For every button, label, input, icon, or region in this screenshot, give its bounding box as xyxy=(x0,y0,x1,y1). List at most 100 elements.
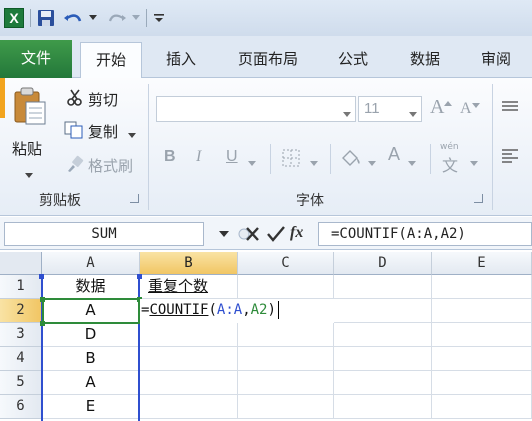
cell-b4[interactable] xyxy=(140,347,238,371)
tab-page-layout[interactable]: 页面布局 xyxy=(224,42,312,78)
select-all-button[interactable] xyxy=(0,252,42,275)
font-size-combobox[interactable]: 11 xyxy=(358,96,422,122)
grow-font-icon xyxy=(444,96,452,111)
cell-d4[interactable] xyxy=(334,347,432,371)
tab-formulas[interactable]: 公式 xyxy=(322,42,384,78)
clipboard-group-label: 剪贴板 xyxy=(39,193,81,209)
font-name-dropdown-icon[interactable] xyxy=(343,107,351,122)
font-color-button[interactable]: A xyxy=(386,144,422,170)
phonetic-dropdown-icon[interactable] xyxy=(470,156,478,171)
cell-d6[interactable] xyxy=(334,395,432,419)
row-header-4[interactable]: 4 xyxy=(0,347,42,371)
tab-insert[interactable]: 插入 xyxy=(150,42,212,78)
fill-color-dropdown-icon[interactable] xyxy=(368,156,376,171)
cell-c3[interactable] xyxy=(238,323,334,347)
cell-e2[interactable] xyxy=(432,299,532,323)
italic-button[interactable]: I xyxy=(190,146,212,170)
column-header-b[interactable]: B xyxy=(140,252,238,275)
paste-icon xyxy=(12,86,48,130)
cell-b5[interactable] xyxy=(140,371,238,395)
align-left-icon[interactable] xyxy=(500,148,520,168)
bold-button[interactable]: B xyxy=(160,146,182,170)
confirm-entry-icon[interactable] xyxy=(266,223,286,245)
row-header-2[interactable]: 2 xyxy=(0,299,42,323)
cell-c6[interactable] xyxy=(238,395,334,419)
column-header-c[interactable]: C xyxy=(238,252,334,275)
cell-d5[interactable] xyxy=(334,371,432,395)
cell-c5[interactable] xyxy=(238,371,334,395)
font-color-dropdown-icon[interactable] xyxy=(408,156,416,171)
row-header-6[interactable]: 6 xyxy=(0,395,42,419)
cell-e3[interactable] xyxy=(432,323,532,347)
cell-d3[interactable] xyxy=(334,323,432,347)
cell-c1[interactable] xyxy=(238,275,334,299)
shrink-font-button[interactable]: A xyxy=(458,98,482,122)
save-icon[interactable] xyxy=(36,8,56,28)
column-header-d[interactable]: D xyxy=(334,252,432,275)
column-header-a[interactable]: A xyxy=(42,252,140,275)
cell-d2[interactable] xyxy=(334,299,432,323)
insert-function-button[interactable]: fx xyxy=(290,221,314,245)
cell-e5[interactable] xyxy=(432,371,532,395)
align-top-icon[interactable] xyxy=(500,100,520,118)
row-header-3[interactable]: 3 xyxy=(0,323,42,347)
cell-editor[interactable]: =COUNTIF(A:A,A2) xyxy=(140,299,334,323)
borders-icon xyxy=(282,149,300,171)
clipboard-launcher-icon[interactable] xyxy=(130,194,139,203)
italic-glyph: I xyxy=(196,148,202,165)
text-cursor xyxy=(277,301,279,319)
cancel-entry-icon[interactable] xyxy=(244,223,262,245)
borders-dropdown-icon[interactable] xyxy=(310,156,318,171)
paste-button[interactable]: 粘贴 xyxy=(8,84,52,182)
brush-icon xyxy=(66,155,84,177)
borders-button[interactable] xyxy=(280,146,322,170)
group-divider xyxy=(270,144,271,174)
column-header-e[interactable]: E xyxy=(432,252,532,275)
row-header-5[interactable]: 5 xyxy=(0,371,42,395)
copy-icon xyxy=(64,121,84,143)
group-divider xyxy=(430,144,431,174)
range-handle-tl[interactable] xyxy=(39,274,44,279)
underline-dropdown-icon[interactable] xyxy=(248,156,256,171)
cell-handle-tl[interactable] xyxy=(40,297,45,302)
formula-bar: SUM fx =COUNTIF(A:A,A2) xyxy=(0,217,532,250)
row-header-1[interactable]: 1 xyxy=(0,275,42,299)
name-box-dropdown[interactable] xyxy=(212,222,236,246)
copy-button[interactable]: 复制 xyxy=(62,120,142,142)
undo-dropdown-icon[interactable] xyxy=(88,8,98,28)
ribbon-tab-bar: 文件 开始 插入 页面布局 公式 数据 审阅 xyxy=(0,36,532,79)
cell-c4[interactable] xyxy=(238,347,334,371)
cut-button[interactable]: 剪切 xyxy=(62,88,142,110)
font-launcher-icon[interactable] xyxy=(474,194,483,203)
cell-e1[interactable] xyxy=(432,275,532,299)
cell-handle-bl[interactable] xyxy=(40,321,45,326)
customize-toolbar-icon[interactable] xyxy=(152,8,166,28)
cell-d1[interactable] xyxy=(334,275,432,299)
range-handle-tr[interactable] xyxy=(137,274,142,279)
undo-icon[interactable] xyxy=(62,8,84,28)
formula-open-paren: ( xyxy=(208,302,217,318)
tab-home[interactable]: 开始 xyxy=(80,42,142,79)
group-divider xyxy=(148,84,149,210)
cell-e4[interactable] xyxy=(432,347,532,371)
paste-dropdown-icon xyxy=(25,168,33,183)
redo-icon xyxy=(106,8,128,28)
underline-button[interactable]: U xyxy=(222,146,260,170)
ribbon-home-panel: 粘贴 剪切 复制 格式刷 剪贴板 11 A A B I U A wén 文 字体 xyxy=(0,78,532,216)
cell-b1[interactable]: 重复个数 xyxy=(140,275,238,299)
name-box[interactable]: SUM xyxy=(4,222,204,246)
cell-b6[interactable] xyxy=(140,395,238,419)
cell-b3[interactable] xyxy=(140,323,238,347)
fill-color-button[interactable] xyxy=(340,146,380,170)
grow-font-button[interactable]: A xyxy=(428,96,454,122)
tab-file[interactable]: 文件 xyxy=(0,40,72,78)
phonetic-guide-button[interactable]: wén 文 xyxy=(438,142,484,175)
tab-review[interactable]: 审阅 xyxy=(466,42,526,78)
excel-logo-icon[interactable]: X xyxy=(4,8,24,28)
font-size-dropdown-icon[interactable] xyxy=(409,107,417,122)
formula-input[interactable]: =COUNTIF(A:A,A2) xyxy=(318,222,532,246)
tab-data[interactable]: 数据 xyxy=(394,42,456,78)
cell-e6[interactable] xyxy=(432,395,532,419)
format-painter-button[interactable]: 格式刷 xyxy=(62,154,142,176)
font-name-combobox[interactable] xyxy=(156,96,356,122)
